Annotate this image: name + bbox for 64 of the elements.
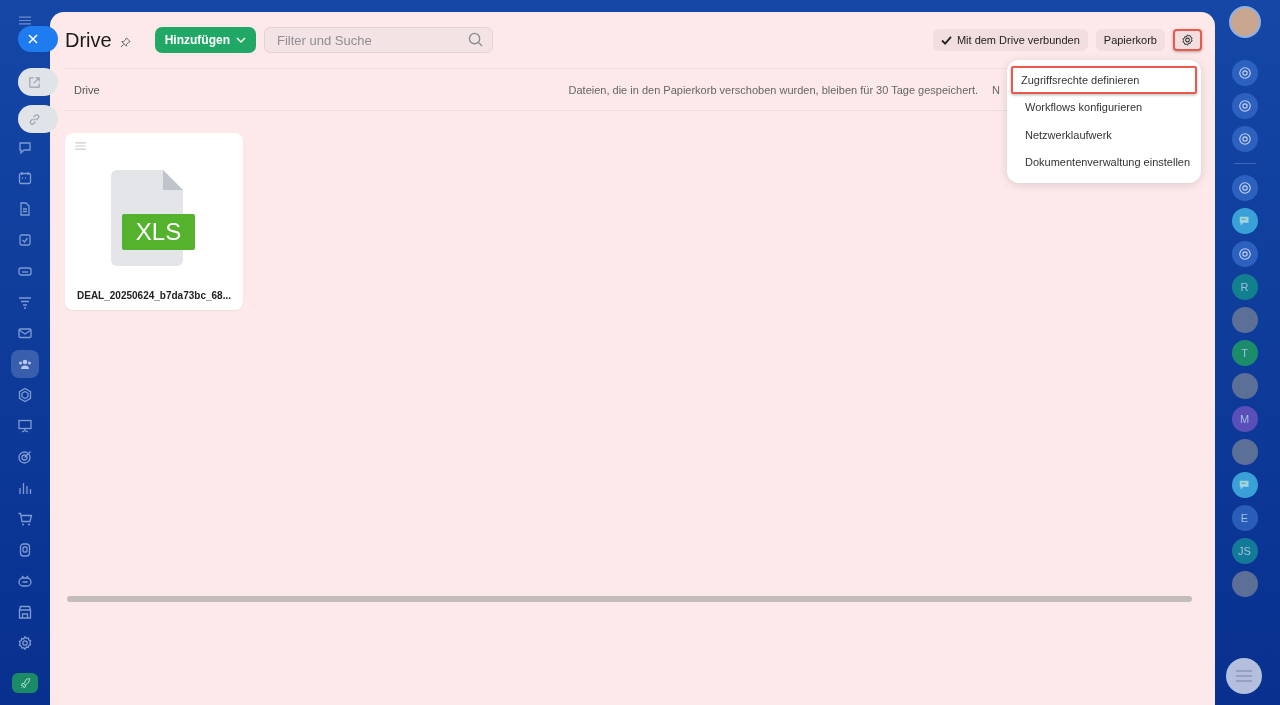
menu-item[interactable]: Dokumentenverwaltung einstellen: [1011, 148, 1197, 176]
avatar-photo-placeholder[interactable]: [1231, 571, 1258, 597]
avatar-photo-placeholder[interactable]: [1231, 307, 1258, 333]
app-button[interactable]: [1231, 60, 1258, 86]
ring-icon: [1237, 181, 1252, 195]
presentation-icon: [17, 417, 33, 434]
rocket-icon: [18, 676, 32, 690]
device-icon: [17, 541, 33, 558]
search-field[interactable]: Filter und Suche: [264, 27, 493, 53]
chat-bubble-icon: [1237, 478, 1252, 492]
menu-icon: [1236, 670, 1252, 682]
page-title: Drive: [65, 28, 112, 52]
drag-handle-icon[interactable]: [75, 142, 86, 150]
connected-drive-button[interactable]: Mit dem Drive verbunden: [932, 29, 1088, 51]
trash-button[interactable]: Papierkorb: [1095, 29, 1165, 51]
breadcrumb-link[interactable]: Drive: [74, 83, 569, 96]
rocket-button[interactable]: [12, 673, 38, 693]
checkbox-icon: [17, 231, 33, 248]
file-name: DEAL_20250624_b7da73bc_68...: [77, 290, 231, 301]
horizontal-scrollbar[interactable]: [67, 596, 1192, 602]
copy-link-button[interactable]: [18, 105, 58, 133]
open-in-new-button[interactable]: [18, 68, 58, 96]
notice-text: N: [992, 83, 1000, 96]
settings-button[interactable]: [1173, 29, 1202, 51]
document-icon: [17, 200, 33, 217]
ring-icon: [1237, 99, 1252, 113]
calendar-icon: [17, 169, 33, 186]
open-in-new-icon: [28, 75, 41, 89]
app-button[interactable]: [1231, 241, 1258, 267]
user-avatar[interactable]: [1228, 6, 1261, 38]
cart-icon: [17, 510, 33, 527]
store-icon: [17, 603, 33, 620]
avatar[interactable]: M: [1231, 406, 1258, 432]
menu-item[interactable]: Zugriffsrechte definieren: [1011, 66, 1197, 94]
chat-button[interactable]: [1231, 208, 1258, 234]
avatar-photo-placeholder[interactable]: [1231, 373, 1258, 399]
menu-button[interactable]: [1226, 658, 1262, 694]
menu-icon[interactable]: [19, 16, 31, 25]
target-icon: [17, 448, 33, 465]
ring-icon: [1237, 247, 1252, 261]
app-button[interactable]: [1231, 93, 1258, 119]
app-button[interactable]: [1231, 126, 1258, 152]
chevron-down-icon: [236, 37, 246, 43]
nav-item[interactable]: [11, 349, 39, 378]
hexagon-icon: [17, 386, 33, 403]
search-icon[interactable]: [468, 32, 483, 47]
settings-icon: [17, 634, 33, 651]
pin-icon[interactable]: [119, 36, 131, 48]
chat-bubble-icon: [1237, 214, 1252, 228]
ring-icon: [1237, 66, 1252, 80]
file-type-label: XLS: [122, 214, 195, 250]
close-icon: [28, 34, 38, 44]
file-card[interactable]: XLS DEAL_20250624_b7da73bc_68...: [65, 133, 243, 310]
chat-button[interactable]: [1231, 472, 1258, 498]
settings-icon: [1181, 33, 1194, 47]
link-icon: [28, 112, 41, 126]
close-button[interactable]: [18, 26, 58, 52]
avatar-photo-placeholder[interactable]: [1231, 439, 1258, 465]
ring-icon: [1237, 132, 1252, 146]
menu-item[interactable]: Workflows konfigurieren: [1011, 93, 1197, 121]
app-button[interactable]: [1231, 175, 1258, 201]
checkmark-icon: [940, 35, 952, 45]
menu-item[interactable]: Netzwerklaufwerk: [1011, 121, 1197, 149]
trash-notice: Dateien, die in den Papierkorb verschoben wurden, bleiben für 30 Tage gespeichert.: [568, 83, 979, 96]
